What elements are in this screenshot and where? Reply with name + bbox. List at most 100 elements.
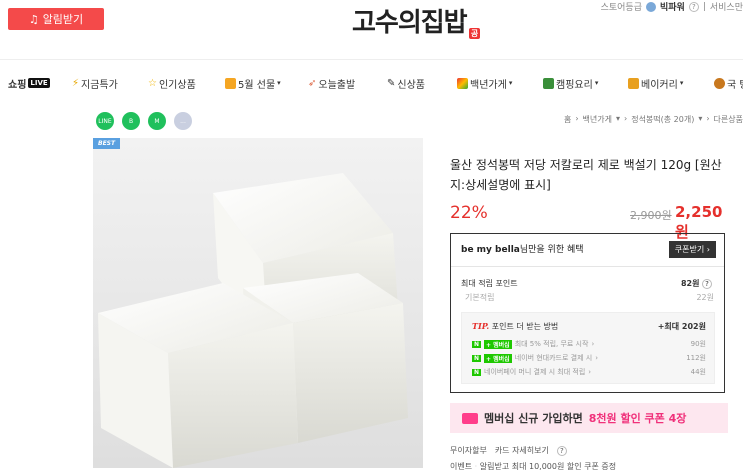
rice-cake-illustration	[93, 138, 423, 468]
nav-label: 5월 선물	[238, 79, 276, 91]
bowl-icon	[714, 77, 725, 89]
help-icon[interactable]: ?	[688, 1, 699, 12]
line-share-icon[interactable]: LINE	[96, 112, 114, 130]
help-icon[interactable]: ?	[556, 445, 567, 456]
category-nav: 쇼핑 LIVE ⚡ 지금특가 ☆ 인기상품 5월 선물 ▾ ➶ 오늘출발 ✎ 신…	[0, 68, 743, 98]
shopping-live-label: 쇼핑	[8, 79, 27, 91]
store-grade-label: 스토어등급	[600, 3, 642, 13]
breadcrumb-cat3[interactable]: 다른상품	[714, 114, 743, 125]
installment-label: 무이자할부	[450, 446, 487, 455]
nav-label: 캠핑요리	[556, 79, 593, 91]
tip-max: +최대 202원	[657, 322, 706, 331]
logo-text: 고수의집밥	[352, 8, 468, 38]
nav-shopping-live[interactable]: 쇼핑 LIVE	[8, 76, 50, 91]
tip-row-card[interactable]: N + 멤버십 네이버 현대카드로 결제 시 ›	[472, 353, 598, 363]
utility-bar: 스토어등급 빅파워 ? | 서비스만	[601, 0, 743, 13]
nav-item-popular[interactable]: ☆ 인기상품	[148, 76, 196, 91]
star-icon: ☆	[148, 77, 157, 89]
grade-name: 빅파워	[659, 3, 685, 13]
product-info: 울산 정석봉떡 저당 저칼로리 제로 백설기 120g [원산지:상세설명에 표…	[450, 155, 743, 241]
naver-pay-icon: N	[472, 368, 481, 376]
tip-row-value: 44원	[690, 368, 706, 376]
benefit-header: be my bella님만을 위한 혜택	[461, 242, 584, 255]
event-text[interactable]: 알림받고 최대 10,000원 할인 쿠폰 증정	[480, 462, 616, 471]
lightning-icon: ⚡	[72, 77, 80, 89]
event-label: 이벤트	[450, 462, 473, 471]
tip-label: 포인트 더 받는 방법	[491, 322, 559, 331]
pencil-icon: ✎	[387, 77, 396, 89]
breadcrumb-cat2[interactable]: 정석봉떡(총 20개)	[631, 114, 694, 125]
chevron-right-icon: ›	[706, 245, 710, 254]
rocket-icon: ➶	[308, 77, 317, 89]
nav-item-centennial[interactable]: 백년가게 ▾	[457, 76, 512, 91]
installment-row: 무이자할부 카드 자세히보기 ?	[450, 445, 567, 456]
tent-icon	[543, 77, 554, 89]
tip-row-value: 112원	[686, 354, 706, 362]
card-icon	[462, 412, 478, 424]
membership-badge-icon: + 멤버십	[484, 339, 512, 349]
help-icon[interactable]: ?	[702, 279, 712, 289]
nav-item-new[interactable]: ✎ 신상품	[387, 76, 425, 91]
tip-row-text: 네이버 현대카드로 결제 시	[514, 354, 593, 362]
nav-item-bakery[interactable]: 베이커리 ▾	[628, 76, 683, 91]
benefit-suffix: 님만을 위한 혜택	[519, 245, 584, 255]
more-share-icon[interactable]: ...	[174, 112, 192, 130]
store-logo[interactable]: 고수의집밥 공	[352, 2, 480, 39]
naver-n-icon: N	[472, 354, 481, 362]
divider: |	[702, 1, 706, 12]
breadcrumb: 홈 › 백년가게 ▾ › 정석봉떡(총 20개) ▾ › 다른상품	[564, 114, 743, 125]
tip-box: TIP. 포인트 더 받는 방법 +최대 202원 N + 멤버십 최대 5% …	[461, 312, 715, 384]
naver-n-icon: N	[472, 340, 481, 348]
tip-row-npay[interactable]: N 네이버페이 머니 결제 시 최대 적립 ›	[472, 367, 591, 377]
notify-button[interactable]: ♫ 알림받기	[8, 8, 104, 30]
tip-title: TIP. 포인트 더 받는 방법	[472, 321, 558, 332]
membership-banner[interactable]: 멤버십 신규 가입하면 8천원 할인 쿠폰 4장	[450, 403, 728, 433]
tip-row-text: 최대 5% 적립, 무료 시작	[514, 340, 589, 348]
banner-highlight: 8천원 할인 쿠폰 4장	[588, 412, 687, 425]
nav-item-soup[interactable]: 국 탕	[714, 76, 743, 91]
breadcrumb-home[interactable]: 홈	[564, 114, 571, 125]
chevron-right-icon: ›	[588, 368, 592, 376]
price-row: 22% 2,900원 2,250원	[450, 203, 722, 241]
benefit-box: be my bella님만을 위한 혜택 쿠폰받기 › 최대 적립 포인트 82…	[450, 233, 725, 393]
grade-icon	[645, 1, 656, 12]
tip-prefix: TIP.	[472, 321, 490, 331]
banner-text: 멤버십 신규 가입하면	[484, 412, 583, 425]
tip-row-text: 네이버페이 머니 결제 시 최대 적립	[484, 368, 586, 376]
nav-item-hotdeal[interactable]: ⚡ 지금특가	[72, 76, 118, 91]
best-badge: BEST	[93, 138, 121, 149]
discount-rate: 22%	[450, 203, 488, 223]
nav-item-may-gift[interactable]: 5월 선물 ▾	[225, 76, 281, 91]
bookmark-share-icon[interactable]: M	[148, 112, 166, 130]
nav-item-camping[interactable]: 캠핑요리 ▾	[543, 76, 598, 91]
live-badge: LIVE	[28, 78, 50, 88]
chevron-right-icon: ›	[595, 354, 599, 362]
nav-label: 인기상품	[158, 79, 196, 91]
tip-row-membership[interactable]: N + 멤버십 최대 5% 적립, 무료 시작 ›	[472, 339, 594, 349]
nav-label: 지금특가	[81, 79, 118, 91]
nav-item-today-ship[interactable]: ➶ 오늘출발	[308, 76, 355, 91]
chevron-down-icon: ▾	[615, 114, 620, 123]
divider	[451, 266, 724, 267]
chevron-down-icon: ▾	[508, 79, 513, 87]
coupon-label: 쿠폰받기	[674, 245, 705, 254]
nav-label: 오늘출발	[318, 79, 356, 91]
chevron-right-icon: ›	[624, 114, 628, 123]
benefit-user: be my bella	[461, 245, 520, 255]
chevron-down-icon: ▾	[277, 79, 281, 87]
chevron-right-icon: ›	[575, 114, 579, 123]
bread-icon	[628, 77, 639, 89]
card-detail-link[interactable]: 카드 자세히보기	[495, 445, 549, 456]
product-image[interactable]: BEST	[93, 138, 423, 468]
share-buttons: LINE B M ...	[96, 112, 192, 130]
band-share-icon[interactable]: B	[122, 112, 140, 130]
product-title: 울산 정석봉떡 저당 저칼로리 제로 백설기 120g [원산지:상세설명에 표…	[450, 158, 722, 192]
coupon-button[interactable]: 쿠폰받기 ›	[668, 241, 716, 258]
original-price: 2,900원	[630, 209, 672, 222]
breadcrumb-cat1[interactable]: 백년가게	[583, 114, 612, 125]
rainbow-icon	[457, 77, 468, 89]
nav-label: 백년가게	[470, 79, 507, 91]
service-link[interactable]: 서비스만	[710, 0, 743, 13]
top-header: ♫ 알림받기 고수의집밥 공 스토어등급 빅파워 ? | 서비스만	[0, 0, 743, 60]
nav-label: 베이커리	[641, 79, 678, 91]
